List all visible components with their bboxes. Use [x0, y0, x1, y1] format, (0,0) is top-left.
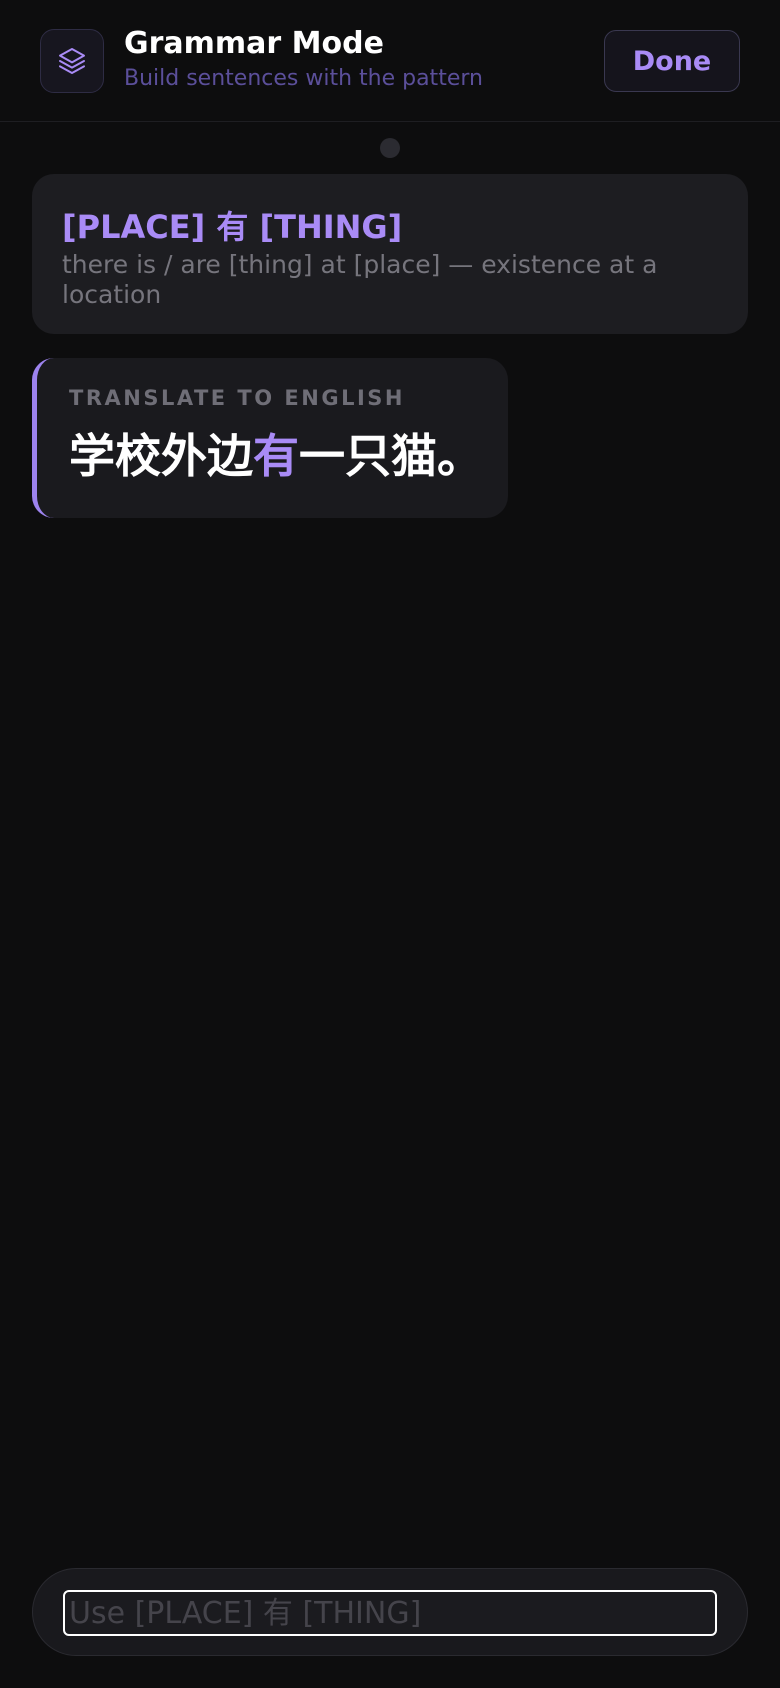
header: Grammar Mode Build sentences with the pa…	[0, 0, 780, 122]
layers-icon	[40, 29, 104, 93]
prompt-sentence: 学校外边有一只猫。	[69, 426, 483, 486]
page-subtitle: Build sentences with the pattern	[124, 66, 483, 91]
sentence-part-before: 学校外边	[69, 429, 253, 483]
sentence-part-after: 一只猫。	[299, 429, 483, 483]
pattern-title: [PLACE] 有 [THING]	[62, 208, 403, 246]
pattern-card: [PLACE] 有 [THING] there is / are [thing]…	[32, 174, 748, 334]
done-button[interactable]: Done	[604, 30, 740, 92]
page-indicator-dot	[380, 138, 400, 158]
grammar-mode-screen: Grammar Mode Build sentences with the pa…	[0, 0, 780, 1688]
answer-input-bar	[32, 1568, 748, 1656]
answer-input[interactable]	[63, 1590, 717, 1636]
prompt-label: TRANSLATE TO ENGLISH	[69, 386, 405, 410]
pattern-description: there is / are [thing] at [place] — exis…	[62, 250, 658, 309]
sentence-pattern-word: 有	[253, 429, 299, 483]
prompt-card: TRANSLATE TO ENGLISH 学校外边有一只猫。	[32, 358, 508, 518]
page-title: Grammar Mode	[124, 26, 384, 61]
